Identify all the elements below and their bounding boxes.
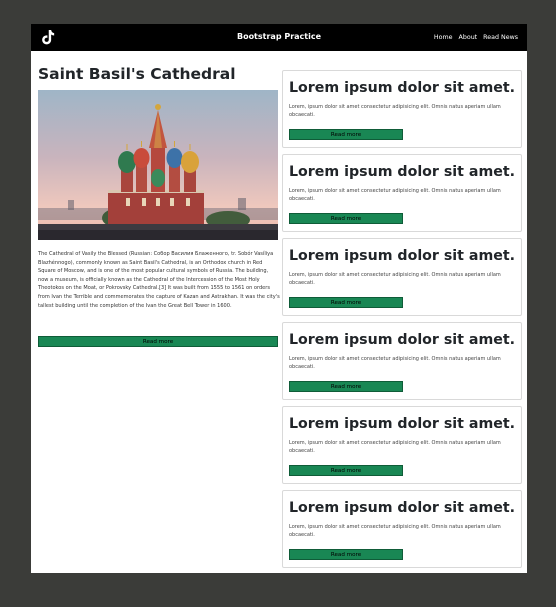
news-card: Lorem ipsum dolor sit amet. Lorem, ipsum… — [282, 406, 522, 484]
cathedral-photo — [38, 90, 278, 240]
card-title: Lorem ipsum dolor sit amet. — [289, 416, 516, 432]
news-card: Lorem ipsum dolor sit amet. Lorem, ipsum… — [282, 238, 522, 316]
card-read-more-button[interactable]: Read more — [289, 297, 403, 308]
nav-link-home[interactable]: Home — [434, 34, 453, 41]
page: Bootstrap Practice Home About Read News … — [31, 24, 527, 573]
card-text: Lorem, ipsum dolor sit amet consectetur … — [289, 524, 501, 539]
card-title: Lorem ipsum dolor sit amet. — [289, 248, 516, 264]
news-card: Lorem ipsum dolor sit amet. Lorem, ipsum… — [282, 70, 522, 148]
card-read-more-button[interactable]: Read more — [289, 381, 403, 392]
card-title: Lorem ipsum dolor sit amet. — [289, 332, 516, 348]
article-text: The Cathedral of Vasily the Blessed (Rus… — [38, 251, 280, 309]
card-title: Lorem ipsum dolor sit amet. — [289, 80, 516, 96]
card-read-more-button[interactable]: Read more — [289, 465, 403, 476]
card-text: Lorem, ipsum dolor sit amet consectetur … — [289, 272, 501, 287]
card-text: Lorem, ipsum dolor sit amet consectetur … — [289, 104, 501, 119]
navbar-brand[interactable]: Bootstrap Practice — [237, 32, 321, 41]
nav-link-read-news[interactable]: Read News — [483, 34, 518, 41]
news-card: Lorem ipsum dolor sit amet. Lorem, ipsum… — [282, 490, 522, 568]
card-read-more-button[interactable]: Read more — [289, 549, 403, 560]
card-text: Lorem, ipsum dolor sit amet consectetur … — [289, 356, 501, 371]
page-title: Saint Basil's Cathedral — [38, 65, 236, 83]
news-card: Lorem ipsum dolor sit amet. Lorem, ipsum… — [282, 322, 522, 400]
nav-link-about[interactable]: About — [459, 34, 478, 41]
read-more-button[interactable]: Read more — [38, 336, 278, 347]
card-title: Lorem ipsum dolor sit amet. — [289, 164, 516, 180]
tiktok-logo-icon[interactable] — [39, 28, 57, 47]
navbar: Bootstrap Practice Home About Read News — [31, 24, 527, 51]
card-text: Lorem, ipsum dolor sit amet consectetur … — [289, 440, 501, 455]
news-card: Lorem ipsum dolor sit amet. Lorem, ipsum… — [282, 154, 522, 232]
card-title: Lorem ipsum dolor sit amet. — [289, 500, 516, 516]
card-read-more-button[interactable]: Read more — [289, 213, 403, 224]
card-read-more-button[interactable]: Read more — [289, 129, 403, 140]
card-text: Lorem, ipsum dolor sit amet consectetur … — [289, 188, 501, 203]
nav-links: Home About Read News — [434, 24, 518, 51]
